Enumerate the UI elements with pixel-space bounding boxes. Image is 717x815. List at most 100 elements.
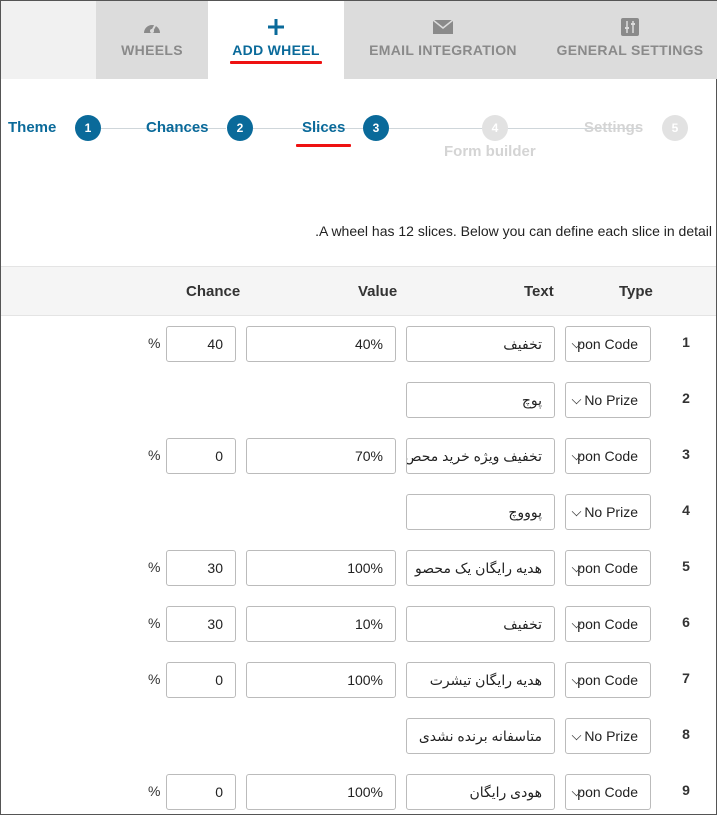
percent-sign: %	[148, 559, 161, 575]
slice-text-input[interactable]: هدیه رایگان یک محصو	[406, 550, 555, 586]
type-select[interactable]: pon Code	[565, 606, 651, 642]
table-row: 6 pon Code تخفیف 10% 30%	[1, 596, 716, 652]
slice-value-input[interactable]: 40%	[246, 326, 396, 362]
tab-add-wheel[interactable]: ADD WHEEL	[208, 1, 344, 79]
slice-value-input[interactable]: 100%	[246, 550, 396, 586]
table-row: 3 pon Code تخفیف ویژه خرید محص 70% 0%	[1, 428, 716, 484]
type-select-value: pon Code	[577, 616, 638, 632]
slice-text-input[interactable]: هودی رایگان	[406, 774, 555, 810]
tab-wheels[interactable]: WHEELS	[96, 1, 208, 79]
slice-chance-input[interactable]: 0	[166, 438, 236, 474]
type-select[interactable]: No Prize	[565, 382, 651, 418]
slice-chance-input[interactable]: 0	[166, 662, 236, 698]
step-number[interactable]: 5	[662, 115, 688, 141]
gauge-icon	[96, 17, 208, 37]
table-row: 1 pon Code تخفیف 40% 40%	[1, 316, 716, 372]
row-number: 6	[682, 614, 690, 630]
column-header-chance: Chance	[186, 283, 241, 300]
slice-value-input[interactable]: 100%	[246, 662, 396, 698]
chevron-down-icon	[571, 506, 582, 517]
step-label-chances[interactable]: Chances	[146, 119, 209, 136]
row-number: 3	[682, 446, 690, 462]
table-row: 7 pon Code هدیه رایگان تیشرت 100% 0%	[1, 652, 716, 708]
active-tab-underline	[230, 61, 322, 64]
tab-label: GENERAL SETTINGS	[556, 42, 704, 58]
envelope-icon	[344, 17, 542, 37]
step-number[interactable]: 4	[482, 115, 508, 141]
column-header-text: Text	[524, 283, 554, 300]
slice-chance-input[interactable]: 30	[166, 550, 236, 586]
row-number: 4	[682, 502, 690, 518]
current-step-underline	[296, 144, 351, 147]
chevron-down-icon	[571, 730, 582, 741]
tab-label: ADD WHEEL	[232, 42, 320, 58]
type-select[interactable]: pon Code	[565, 550, 651, 586]
row-number: 1	[682, 334, 690, 350]
row-number: 9	[682, 782, 690, 798]
slice-chance-input[interactable]: 40	[166, 326, 236, 362]
slice-text-input[interactable]: پوچ	[406, 382, 555, 418]
step-label-theme[interactable]: Theme	[8, 119, 56, 136]
table-row: 9 pon Code هودی رایگان 100% 0%	[1, 764, 716, 815]
step-label-slices[interactable]: Slices	[302, 119, 345, 136]
type-select-value: No Prize	[584, 392, 638, 408]
type-select[interactable]: pon Code	[565, 774, 651, 810]
tab-spacer	[1, 1, 96, 79]
sliders-icon	[542, 17, 717, 37]
slices-info-text: .A wheel has 12 slices. Below you can de…	[315, 223, 712, 239]
tab-general-settings[interactable]: GENERAL SETTINGS	[542, 1, 717, 79]
step-number[interactable]: 3	[363, 115, 389, 141]
type-select-value: pon Code	[577, 448, 638, 464]
type-select[interactable]: pon Code	[565, 438, 651, 474]
type-select[interactable]: No Prize	[565, 494, 651, 530]
slice-text-input[interactable]: تخفیف	[406, 326, 555, 362]
slice-text-input[interactable]: متاسفانه برنده نشدی	[406, 718, 555, 754]
type-select[interactable]: pon Code	[565, 662, 651, 698]
step-label-settings[interactable]: Settings	[584, 119, 643, 136]
slice-text-input[interactable]: تخفیف ویژه خرید محص	[406, 438, 555, 474]
slice-text-input[interactable]: تخفیف	[406, 606, 555, 642]
slice-chance-input[interactable]: 0	[166, 774, 236, 810]
slice-value-input[interactable]: 100%	[246, 774, 396, 810]
step-connector	[389, 128, 484, 129]
type-select-value: No Prize	[584, 504, 638, 520]
chevron-down-icon	[571, 394, 582, 405]
slice-value-input[interactable]: 10%	[246, 606, 396, 642]
slices-table-header: Type Text Value Chance	[1, 266, 716, 316]
slice-text-input[interactable]: هدیه رایگان تیشرت	[406, 662, 555, 698]
slice-chance-input[interactable]: 30	[166, 606, 236, 642]
percent-sign: %	[148, 783, 161, 799]
plus-icon	[208, 17, 344, 37]
table-row: 4 No Prize پوووچ	[1, 484, 716, 540]
percent-sign: %	[148, 671, 161, 687]
percent-sign: %	[148, 335, 161, 351]
row-number: 7	[682, 670, 690, 686]
step-number[interactable]: 2	[227, 115, 253, 141]
tab-label: EMAIL INTEGRATION	[369, 42, 517, 58]
row-number: 8	[682, 726, 690, 742]
row-number: 2	[682, 390, 690, 406]
step-number[interactable]: 1	[75, 115, 101, 141]
tab-label: WHEELS	[121, 42, 183, 58]
table-row: 2 No Prize پوچ	[1, 372, 716, 428]
type-select-value: No Prize	[584, 728, 638, 744]
step-label-form-builder[interactable]: Form builder	[444, 143, 536, 160]
tab-email-integration[interactable]: EMAIL INTEGRATION	[344, 1, 542, 79]
type-select-value: pon Code	[577, 560, 638, 576]
column-header-type: Type	[619, 283, 653, 300]
type-select[interactable]: No Prize	[565, 718, 651, 754]
table-row: 5 pon Code هدیه رایگان یک محصو 100% 30%	[1, 540, 716, 596]
percent-sign: %	[148, 615, 161, 631]
type-select-value: pon Code	[577, 784, 638, 800]
type-select[interactable]: pon Code	[565, 326, 651, 362]
row-number: 5	[682, 558, 690, 574]
percent-sign: %	[148, 447, 161, 463]
type-select-value: pon Code	[577, 672, 638, 688]
slice-value-input[interactable]: 70%	[246, 438, 396, 474]
column-header-value: Value	[358, 283, 398, 300]
table-row: 8 No Prize متاسفانه برنده نشدی	[1, 708, 716, 764]
wizard-stepper: Theme 1 Chances 2 Slices 3 4 Form builde…	[1, 101, 716, 171]
slice-text-input[interactable]: پوووچ	[406, 494, 555, 530]
type-select-value: pon Code	[577, 336, 638, 352]
tab-bar: WHEELS ADD WHEEL EMAIL INTEGRATION GENER…	[1, 1, 717, 79]
